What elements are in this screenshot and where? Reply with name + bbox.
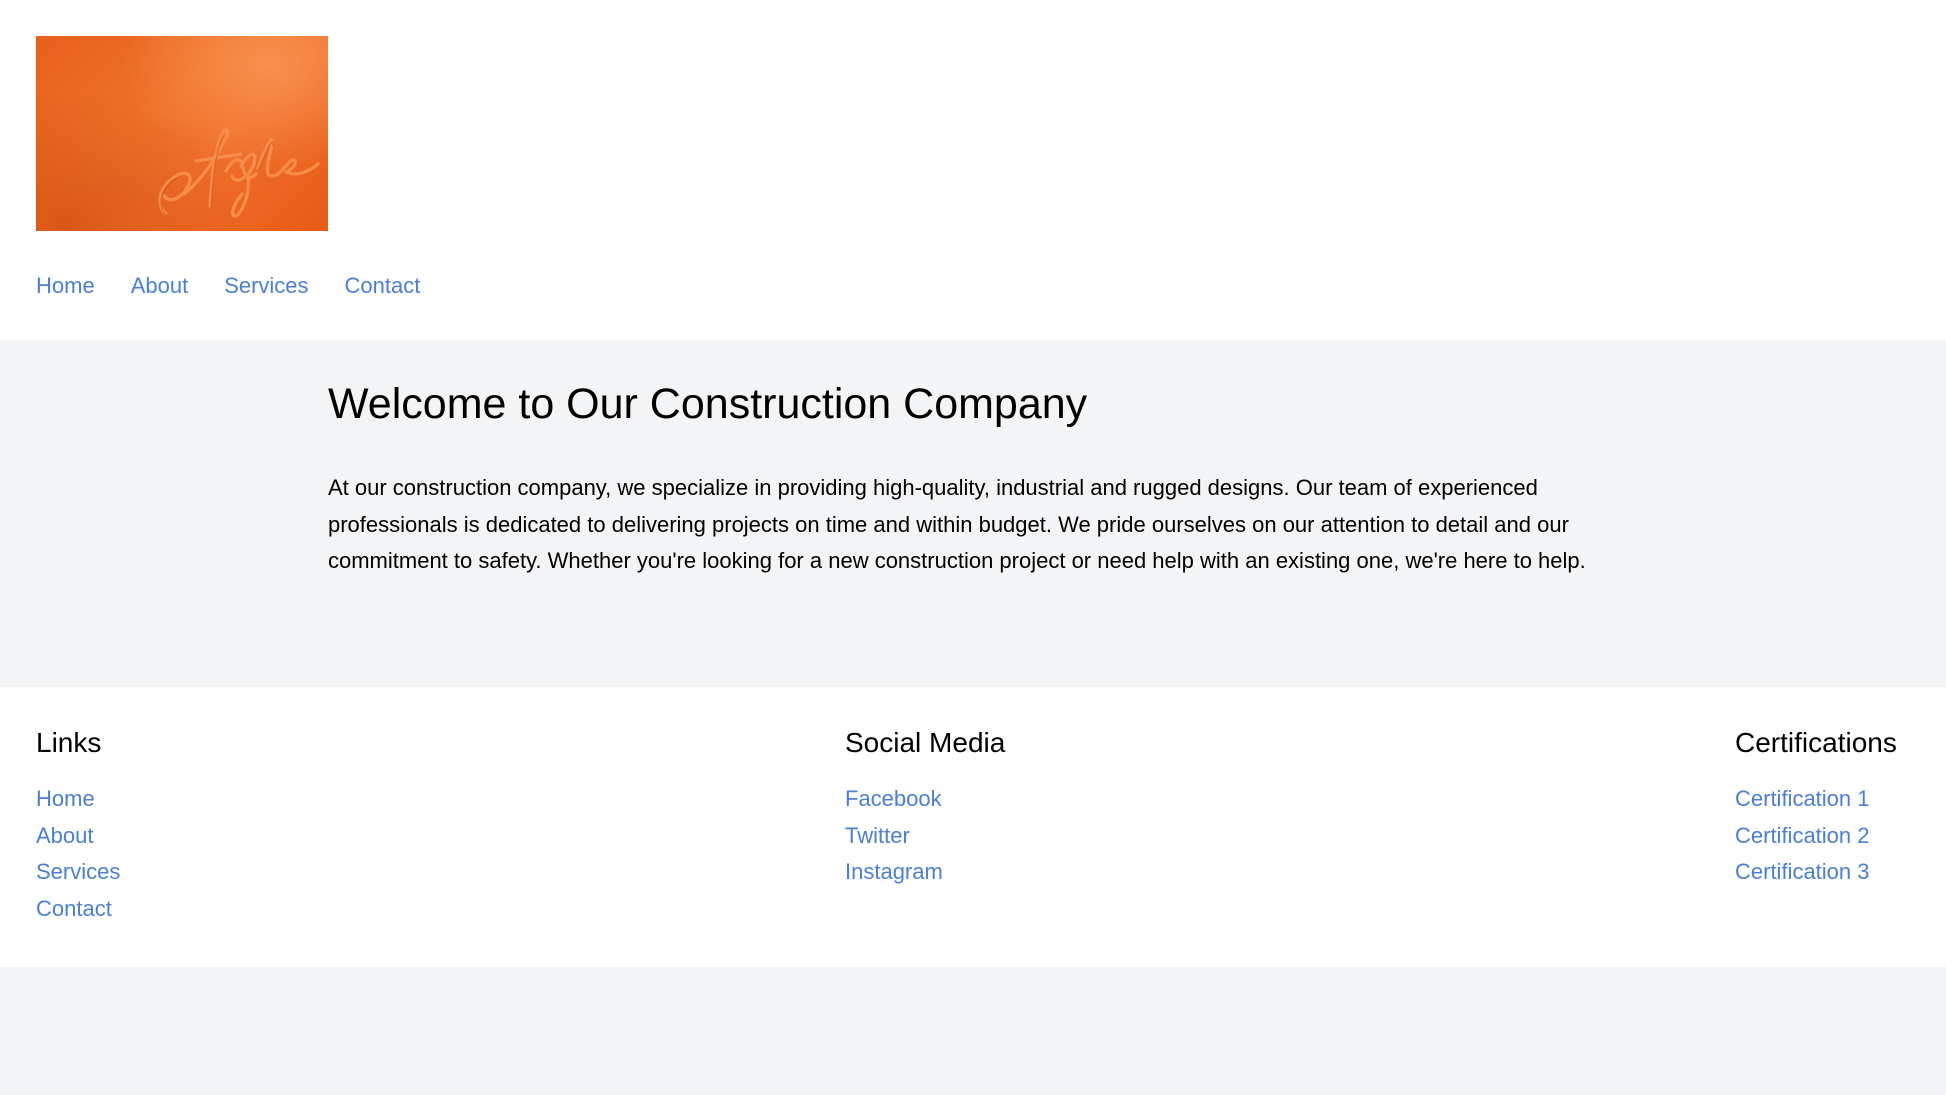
footer-links-list: Home About Services Contact (36, 781, 120, 927)
list-item: Certification 3 (1735, 854, 1897, 891)
list-item: Certification 2 (1735, 818, 1897, 855)
list-item: Certification 1 (1735, 781, 1897, 818)
footer-social-heading: Social Media (845, 727, 1006, 758)
footer-link-certification-1[interactable]: Certification 1 (1735, 786, 1870, 811)
main-nav: Home About Services Contact (36, 272, 420, 300)
footer-links-column: Links Home About Services Contact (36, 725, 120, 927)
footer-link-home[interactable]: Home (36, 786, 95, 811)
list-item: About (36, 818, 120, 855)
footer-links-heading: Links (36, 727, 102, 758)
nav-about[interactable]: About (131, 272, 189, 300)
list-item: Twitter (845, 818, 1005, 855)
footer-link-instagram[interactable]: Instagram (845, 859, 943, 884)
list-item: Contact (36, 891, 120, 928)
page-title: Welcome to Our Construction Company (328, 380, 1088, 428)
list-item: Services (36, 854, 120, 891)
footer-link-facebook[interactable]: Facebook (845, 786, 942, 811)
nav-contact[interactable]: Contact (345, 272, 421, 300)
footer-link-certification-3[interactable]: Certification 3 (1735, 859, 1870, 884)
footer-link-certification-2[interactable]: Certification 2 (1735, 823, 1870, 848)
footer-certifications-column: Certifications Certification 1 Certifica… (1735, 725, 1897, 891)
list-item: Instagram (845, 854, 1005, 891)
site-footer: Links Home About Services Contact Social… (0, 687, 1946, 967)
footer-certifications-list: Certification 1 Certification 2 Certific… (1735, 781, 1897, 891)
footer-social-column: Social Media Facebook Twitter Instagram (845, 725, 1005, 891)
list-item: Facebook (845, 781, 1005, 818)
footer-link-services[interactable]: Services (36, 859, 120, 884)
footer-certifications-heading: Certifications (1735, 727, 1897, 758)
nav-home[interactable]: Home (36, 272, 95, 300)
footer-link-contact[interactable]: Contact (36, 896, 112, 921)
footer-social-list: Facebook Twitter Instagram (845, 781, 1005, 891)
footer-link-about[interactable]: About (36, 823, 94, 848)
main-content: Welcome to Our Construction Company At o… (0, 340, 1946, 687)
site-header: Home About Services Contact (0, 0, 1946, 340)
footer-link-twitter[interactable]: Twitter (845, 823, 910, 848)
logo-image[interactable] (36, 36, 328, 231)
style-script-icon (158, 128, 320, 218)
intro-paragraph: At our construction company, we speciali… (328, 475, 1586, 573)
nav-services[interactable]: Services (224, 272, 308, 300)
list-item: Home (36, 781, 120, 818)
